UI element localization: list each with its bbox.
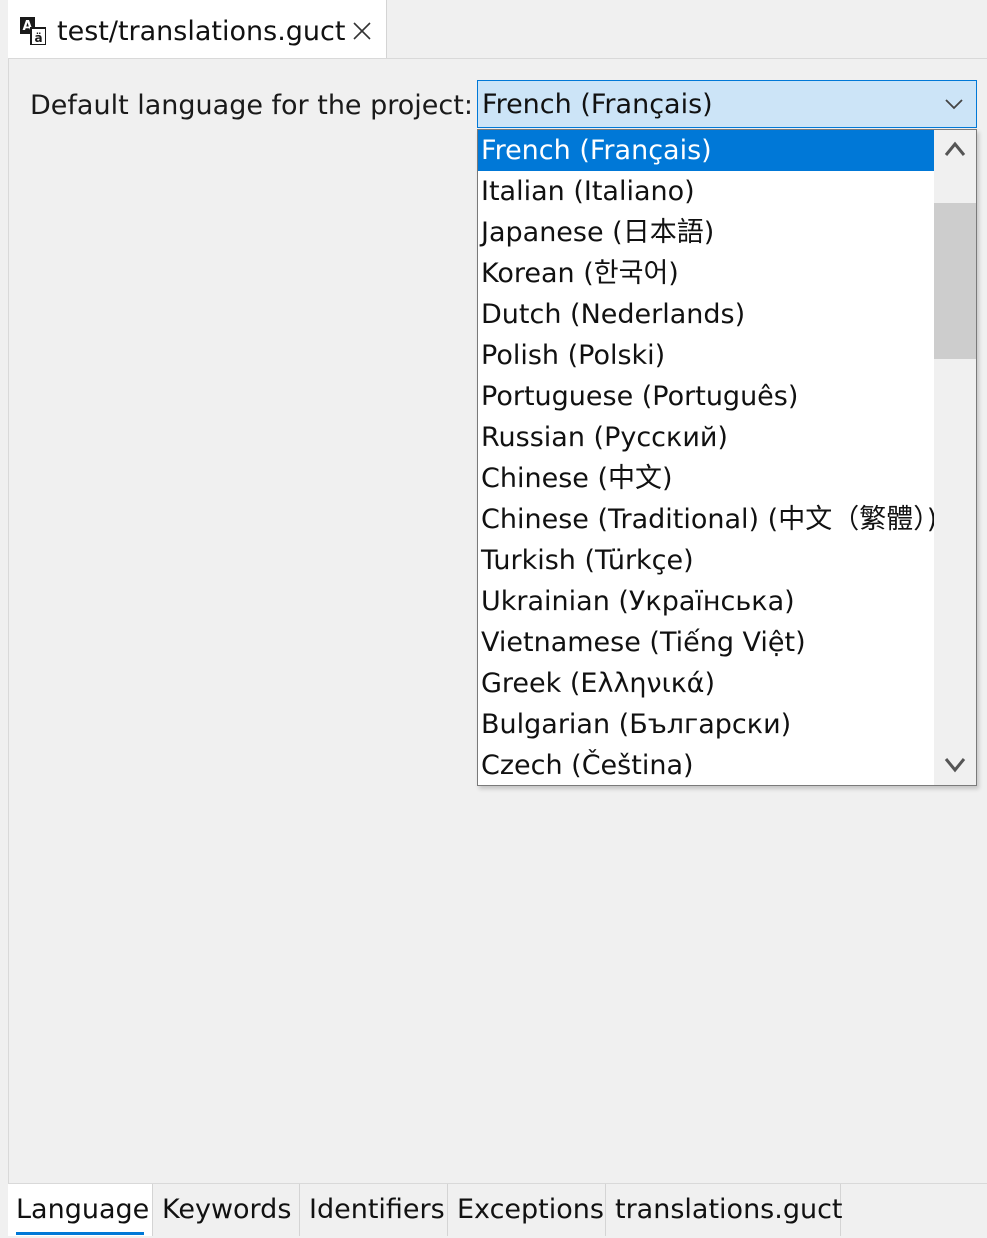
dropdown-option[interactable]: Korean (한국어): [478, 253, 934, 294]
combobox-value: French (Français): [482, 89, 713, 120]
page-tab-language[interactable]: Language: [8, 1184, 153, 1236]
editor-tabstrip: A ä test/translations.guct: [0, 0, 987, 58]
close-icon[interactable]: [353, 22, 371, 40]
chevron-down-icon: [945, 99, 963, 110]
chevron-down-icon[interactable]: [934, 745, 976, 785]
page-tab-exceptions[interactable]: Exceptions: [449, 1184, 606, 1236]
dropdown-option[interactable]: Turkish (Türkçe): [478, 540, 934, 581]
page-tab-keywords[interactable]: Keywords: [154, 1184, 300, 1236]
dropdown-option[interactable]: French (Français): [478, 130, 934, 171]
translation-icon: A ä: [20, 17, 46, 45]
page-tab-translations-guct[interactable]: translations.guct: [607, 1184, 843, 1236]
dropdown-option[interactable]: Vietnamese (Tiếng Việt): [478, 622, 934, 663]
default-language-combobox[interactable]: French (Français): [477, 80, 977, 128]
dropdown-option[interactable]: Chinese (中文): [478, 458, 934, 499]
default-language-label: Default language for the project:: [30, 90, 473, 121]
dropdown-scrollbar[interactable]: [934, 130, 976, 785]
chevron-up-icon[interactable]: [934, 130, 976, 170]
editor-tab[interactable]: A ä test/translations.guct: [8, 0, 387, 58]
scroll-thumb[interactable]: [934, 203, 976, 359]
dropdown-option[interactable]: Italian (Italiano): [478, 171, 934, 212]
dropdown-option[interactable]: Greek (Ελληνικά): [478, 663, 934, 704]
dropdown-option[interactable]: Bulgarian (Български): [478, 704, 934, 745]
page-tab-bar: Language Keywords Identifiers Exceptions…: [8, 1183, 987, 1238]
dropdown-option[interactable]: Polish (Polski): [478, 335, 934, 376]
dropdown-option[interactable]: Czech (Čeština): [478, 745, 934, 785]
dropdown-option[interactable]: Japanese (日本語): [478, 212, 934, 253]
dropdown-option[interactable]: Chinese (Traditional) (中文（繁體）): [478, 499, 937, 540]
page-tab-identifiers[interactable]: Identifiers: [301, 1184, 448, 1236]
dropdown-option[interactable]: Ukrainian (Українська): [478, 581, 934, 622]
editor-tab-title: test/translations.guct: [57, 16, 346, 47]
language-dropdown-list: French (Français) Italian (Italiano) Jap…: [477, 129, 977, 786]
svg-text:ä: ä: [34, 31, 42, 45]
dropdown-option[interactable]: Russian (Русский): [478, 417, 934, 458]
dropdown-option[interactable]: Dutch (Nederlands): [478, 294, 934, 335]
dropdown-option[interactable]: Portuguese (Português): [478, 376, 934, 417]
